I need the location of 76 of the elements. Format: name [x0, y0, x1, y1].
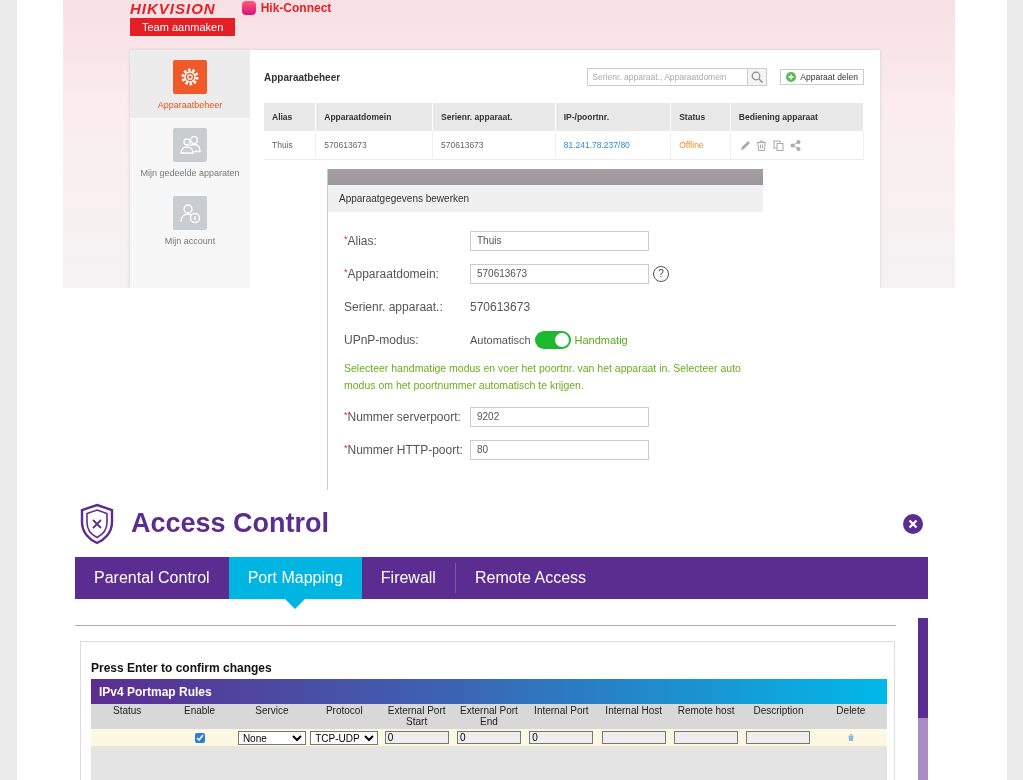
- notice-text: Press Enter to confirm changes: [91, 661, 273, 675]
- tab[interactable]: Firewall: [361, 557, 455, 599]
- toggle-label: Automatisch: [470, 333, 531, 346]
- field-label: *Nummer serverpoort:: [344, 409, 462, 424]
- column-header: Remote host: [669, 704, 743, 729]
- column-header: Internal Port: [525, 704, 598, 729]
- copy-icon[interactable]: [772, 139, 784, 151]
- column-header: Delete: [814, 704, 887, 729]
- table-cell[interactable]: 81.241.78.237/80: [555, 131, 671, 160]
- text-field[interactable]: 0: [384, 731, 449, 744]
- column-header: Bediening apparaat: [730, 103, 864, 131]
- share-icon[interactable]: [789, 139, 801, 151]
- plus-icon: [786, 72, 797, 82]
- share-button[interactable]: Apparaat delen: [780, 69, 864, 85]
- page-title: Apparaatbeheer: [264, 71, 342, 83]
- column-header: IP-/poortnr.: [555, 103, 671, 131]
- table-title: IPv4 Portmap Rules: [91, 679, 887, 704]
- field-label: *Apparaatdomein:: [344, 266, 440, 281]
- search-field[interactable]: Serienr. apparaat., Apparaatdomein: [587, 68, 768, 86]
- table-cell: Offline: [670, 131, 731, 160]
- scrollbar[interactable]: [918, 618, 928, 780]
- team-button[interactable]: Team aanmaken: [130, 18, 236, 36]
- trash-icon[interactable]: [755, 139, 767, 151]
- text-field[interactable]: [674, 731, 739, 744]
- toggle-switch[interactable]: [534, 330, 571, 349]
- gear-icon: [173, 60, 207, 94]
- users-icon: [173, 128, 207, 162]
- app-icon: [241, 1, 256, 15]
- table-cell: 570613673: [315, 131, 433, 160]
- text-field[interactable]: 0: [457, 731, 521, 744]
- field-label: *Alias:: [344, 233, 378, 248]
- text-field[interactable]: [601, 731, 666, 744]
- dialog-title: Apparaatgegevens bewerken: [328, 185, 763, 212]
- page-title: Access Control: [131, 508, 331, 539]
- protocol-dropdown[interactable]: TCP-UDP: [310, 730, 379, 745]
- shield-icon: [79, 502, 115, 545]
- column-header: Serienr. apparaat.: [432, 103, 556, 131]
- tab[interactable]: Parental Control: [75, 557, 229, 599]
- toggle-label: Handmatig: [574, 333, 628, 346]
- text-field[interactable]: 0: [529, 731, 594, 744]
- column-header: Internal Host: [597, 704, 670, 729]
- text-field[interactable]: 80: [470, 439, 649, 460]
- column-header: Protocol: [308, 704, 381, 729]
- text-field[interactable]: [746, 731, 811, 744]
- column-header: Status: [91, 704, 164, 729]
- delete-button[interactable]: [846, 733, 855, 742]
- sidebar-item[interactable]: Mijn gedeelde apparaten: [130, 118, 250, 186]
- user-info-icon: [173, 196, 207, 230]
- table-cell: 570613673: [432, 131, 556, 160]
- tab[interactable]: Remote Access: [455, 557, 606, 599]
- app-name: Hik-Connect: [260, 1, 332, 15]
- sidebar-item[interactable]: Mijn account: [130, 186, 250, 254]
- text-field[interactable]: 570613673: [470, 263, 649, 284]
- table-cell: Thuis: [264, 131, 316, 160]
- column-header: Description: [742, 704, 815, 729]
- column-header: External Port Start: [380, 704, 453, 729]
- column-header: Status: [670, 103, 731, 131]
- close-button[interactable]: [903, 513, 923, 534]
- column-header: Alias: [264, 103, 316, 131]
- text-field[interactable]: Thuis: [470, 230, 649, 251]
- pencil-icon[interactable]: [738, 139, 750, 151]
- search-icon: [751, 71, 764, 83]
- service-dropdown[interactable]: None: [237, 730, 306, 745]
- hint-text: Selecteer handmatige modus en voer het poortnr. van het apparaat in. Selecteer auto modus om het poortnummer automatisch te krijgen.: [344, 361, 742, 393]
- logo: HIKVISION: [130, 0, 216, 17]
- field-label: Serienr. apparaat.:: [344, 299, 444, 314]
- column-header: External Port End: [452, 704, 526, 729]
- field-label: *Nummer HTTP-poort:: [344, 442, 464, 457]
- column-header: Apparaatdomein: [315, 103, 433, 131]
- column-header: Service: [235, 704, 309, 729]
- column-header: Enable: [163, 704, 236, 729]
- field-label: UPnP-modus:: [344, 332, 420, 347]
- search-button[interactable]: [746, 69, 767, 85]
- text-field[interactable]: 9202: [470, 406, 649, 427]
- field-value: 570613673: [470, 299, 531, 314]
- enable-checkbox[interactable]: [194, 732, 205, 743]
